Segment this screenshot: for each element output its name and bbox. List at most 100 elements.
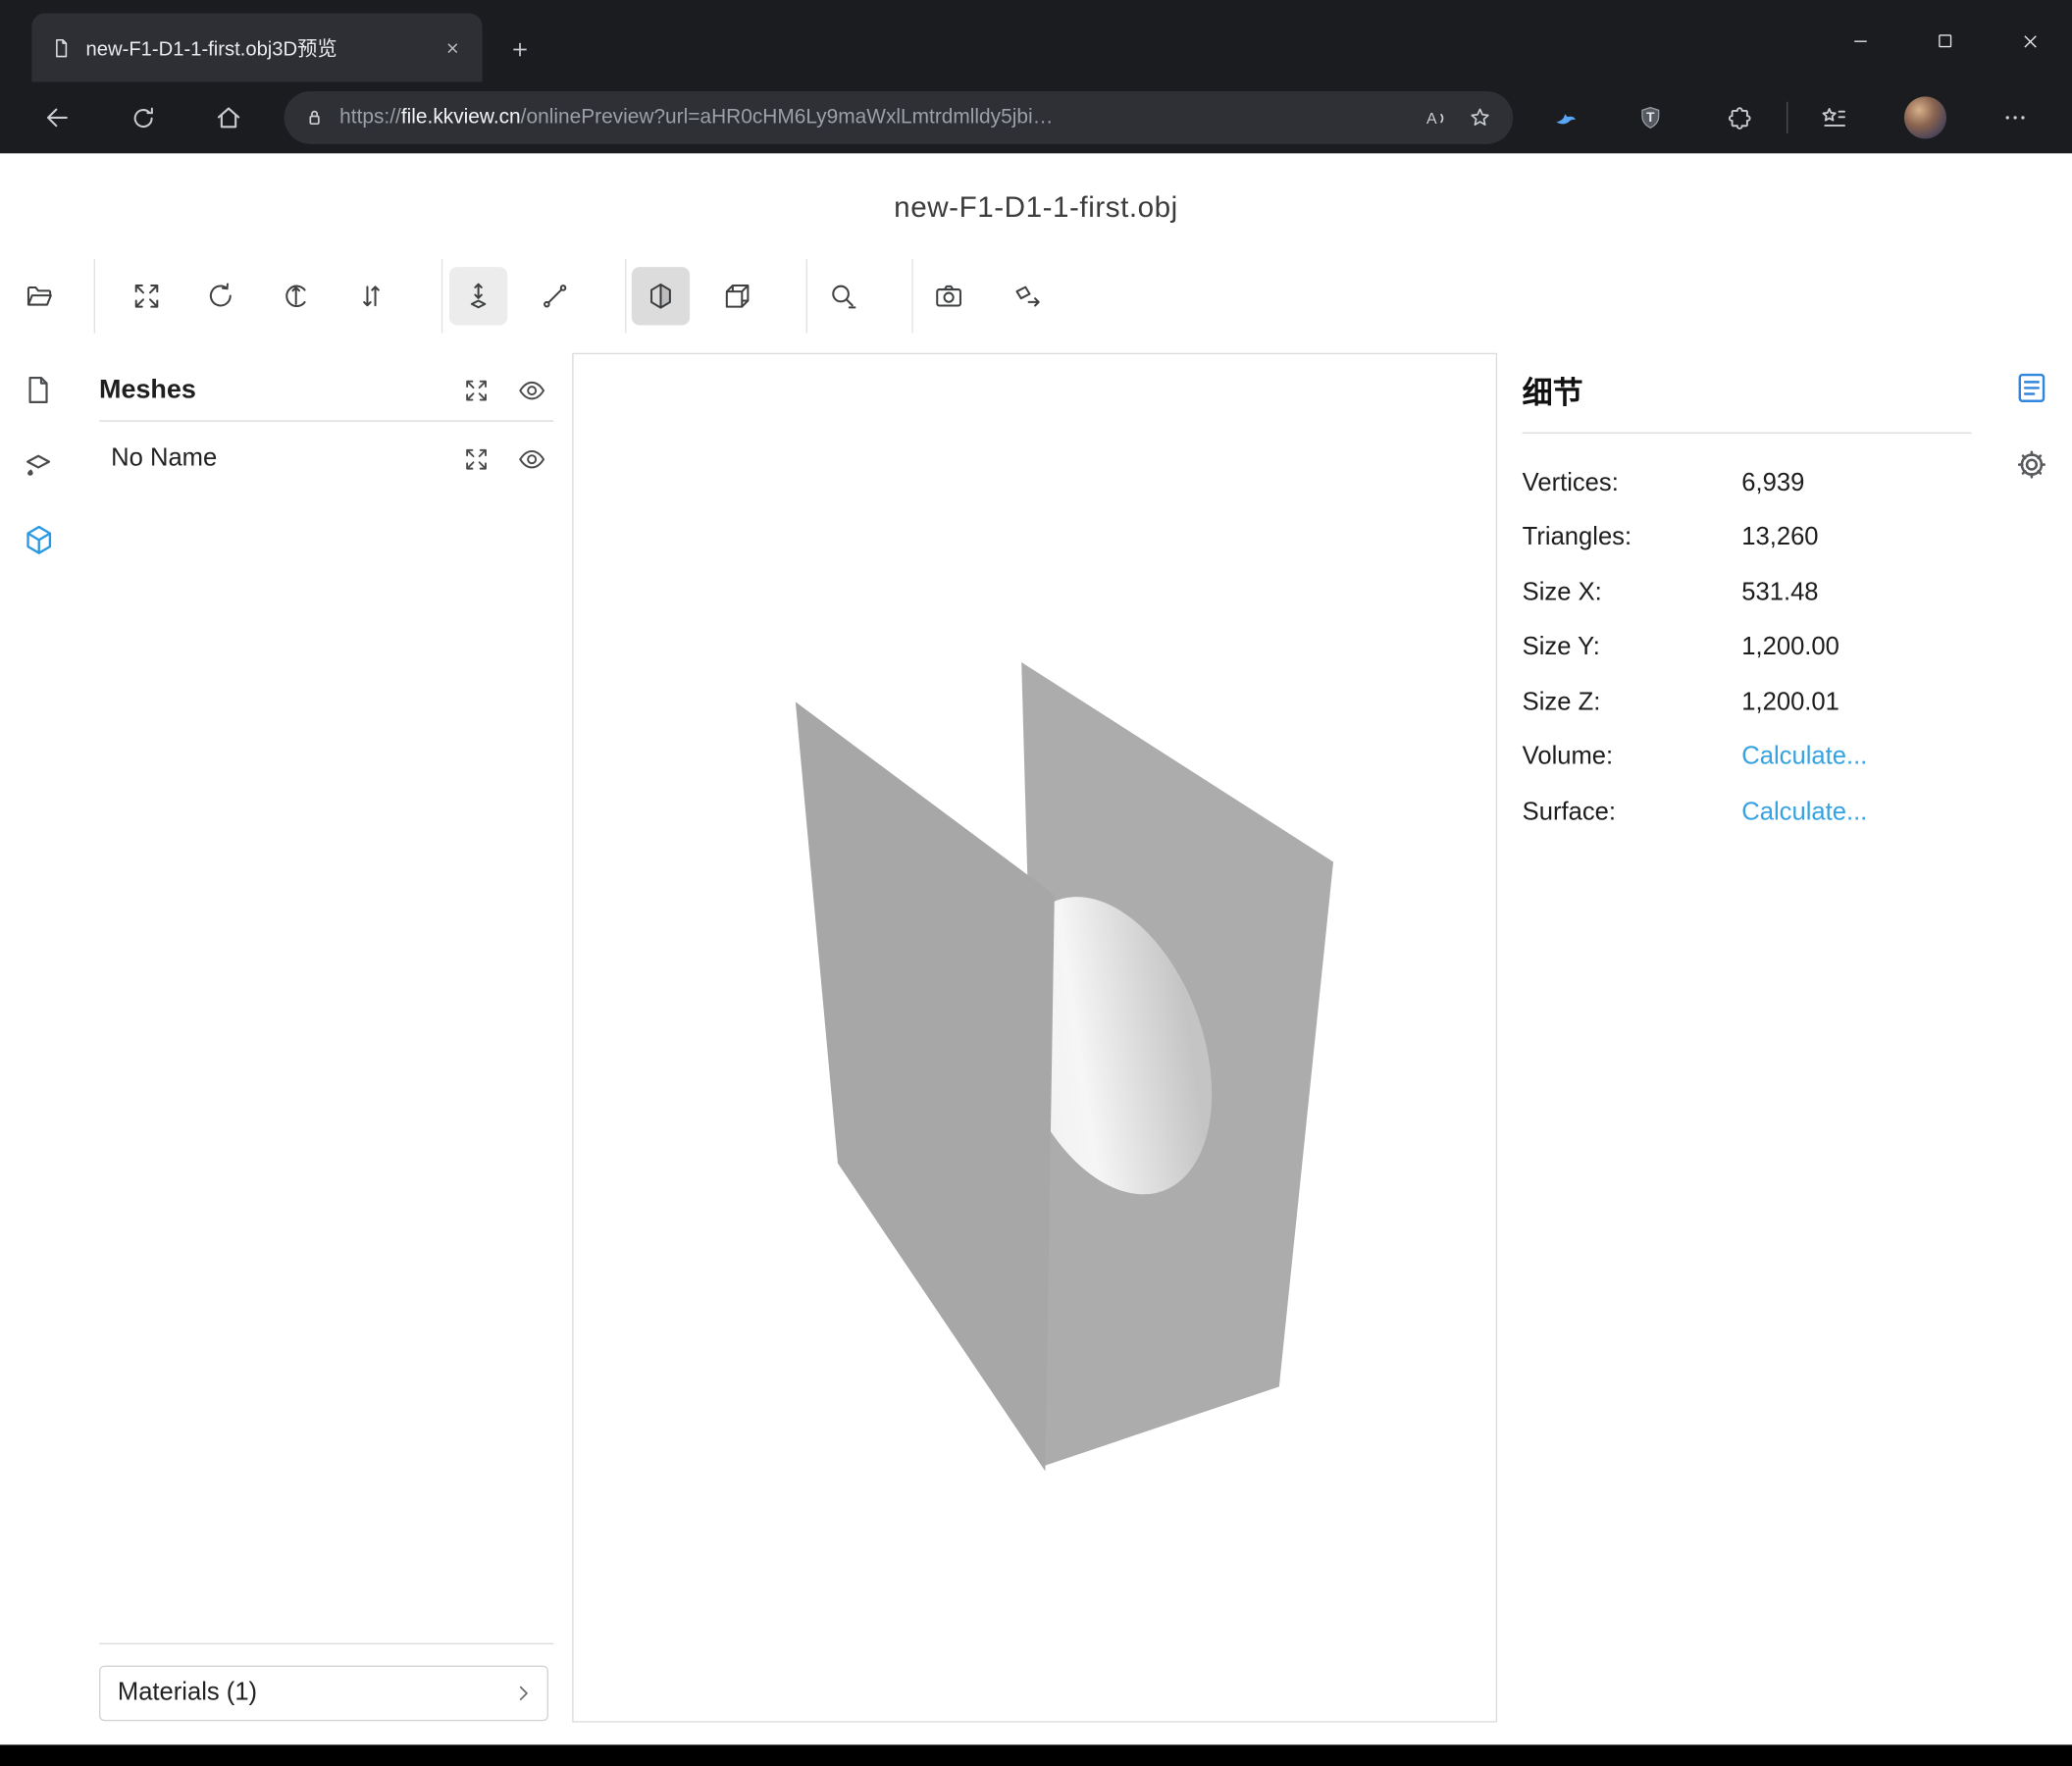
refresh-button[interactable]: [118, 92, 168, 142]
model-viewport[interactable]: [572, 353, 1497, 1723]
meshes-fit-button[interactable]: [458, 373, 492, 407]
detail-row-surface: Surface: Calculate...: [1523, 785, 1972, 840]
window-controls: [1818, 0, 2072, 82]
eye-icon: [516, 375, 546, 405]
details-header: 细节: [1523, 373, 1972, 434]
rotate-icon: [205, 281, 236, 312]
move-icon: [462, 281, 493, 312]
detail-value: 13,260: [1741, 524, 1818, 553]
tab-file-icon: [50, 36, 73, 59]
browser-tab[interactable]: new-F1-D1-1-first.obj3D预览: [31, 13, 482, 81]
detail-label: Size Z:: [1523, 689, 1742, 718]
detail-value: 1,200.01: [1741, 689, 1839, 718]
tampermonkey-extension-button[interactable]: T: [1626, 92, 1676, 142]
puzzle-icon: [1725, 104, 1752, 131]
model-panel-button[interactable]: [16, 517, 61, 562]
back-button[interactable]: [31, 92, 81, 142]
url-bar[interactable]: https://file.kkview.cn/onlinePreview?url…: [285, 91, 1514, 144]
favorites-hub-button[interactable]: [1809, 92, 1859, 142]
browser-window: new-F1-D1-1-first.obj3D预览: [0, 0, 2072, 1766]
translate-extension-button[interactable]: [1541, 92, 1591, 142]
perspective-view-button[interactable]: [632, 267, 690, 325]
detail-row-triangles: Triangles: 13,260: [1523, 511, 1972, 566]
minimize-button[interactable]: [1818, 0, 1902, 82]
materials-label: Materials (1): [118, 1679, 513, 1708]
detail-label: Vertices:: [1523, 469, 1742, 498]
meshes-title: Meshes: [99, 375, 438, 405]
toolbar-separator: [441, 259, 442, 333]
materials-button[interactable]: Materials (1): [99, 1666, 548, 1722]
open-file-icon: [24, 281, 55, 312]
detail-row-size-x: Size X: 531.48: [1523, 566, 1972, 621]
toolbar-separator: [911, 259, 912, 333]
detail-row-vertices: Vertices: 6,939: [1523, 456, 1972, 511]
star-icon: [1467, 104, 1493, 130]
detail-row-size-y: Size Y: 1,200.00: [1523, 621, 1972, 676]
shield-letter: T: [1646, 110, 1655, 125]
calculate-surface-link[interactable]: Calculate...: [1741, 798, 1867, 827]
meshes-visibility-button[interactable]: [514, 373, 548, 407]
home-icon: [214, 103, 243, 132]
detail-label: Surface:: [1523, 798, 1742, 827]
favorite-star-button[interactable]: [1458, 95, 1503, 140]
read-aloud-icon: A: [1422, 104, 1449, 131]
eye-icon: [516, 443, 546, 474]
shield-t-icon: T: [1636, 103, 1666, 132]
maximize-icon: [1935, 30, 1956, 52]
measure-line-icon: [540, 281, 571, 312]
materials-panel-button[interactable]: [16, 442, 61, 488]
model-cube-icon: [21, 522, 56, 557]
ortho-cube-icon: [721, 281, 752, 312]
new-tab-button[interactable]: [499, 29, 539, 69]
titlebar: new-F1-D1-1-first.obj3D预览: [0, 0, 2072, 82]
extensions-button[interactable]: [1714, 92, 1764, 142]
export-button[interactable]: [998, 267, 1056, 325]
calculate-volume-link[interactable]: Calculate...: [1741, 744, 1867, 773]
gear-icon: [2013, 446, 2048, 482]
back-arrow-icon: [42, 103, 72, 132]
ortho-view-button[interactable]: [708, 267, 766, 325]
mesh-visibility-button[interactable]: [514, 442, 548, 476]
detail-value: 1,200.00: [1741, 634, 1839, 663]
magnifier-icon: [827, 281, 858, 312]
mesh-list-item[interactable]: No Name: [99, 422, 553, 495]
rotate-axis-button[interactable]: [267, 267, 325, 325]
svg-text:A: A: [1425, 110, 1436, 127]
expand-arrows-icon: [462, 376, 490, 403]
mesh-fit-button[interactable]: [458, 442, 492, 476]
avatar[interactable]: [1904, 96, 1946, 138]
flip-vertical-button[interactable]: [342, 267, 400, 325]
details-list-icon: [2013, 370, 2048, 405]
left-plane-mesh: [796, 701, 1055, 1471]
open-file-button[interactable]: [11, 267, 69, 325]
move-button[interactable]: [449, 267, 507, 325]
rotate-button[interactable]: [191, 267, 249, 325]
details-panel-button[interactable]: [2007, 364, 2054, 412]
details-panel: 细节 Vertices: 6,939 Triangles: 13,260 Siz…: [1523, 373, 1972, 840]
read-aloud-button[interactable]: A: [1413, 95, 1458, 140]
preview-page: new-F1-D1-1-first.obj: [0, 153, 2072, 1744]
meshes-panel: Meshes No Name: [99, 359, 553, 495]
lock-icon[interactable]: [302, 106, 326, 130]
screenshot-button[interactable]: [919, 267, 977, 325]
perspective-box-icon: [645, 281, 676, 312]
detail-value: 6,939: [1741, 469, 1804, 498]
materials-icon: [22, 448, 56, 483]
plus-icon: [508, 37, 531, 60]
settings-button[interactable]: [2007, 441, 2054, 489]
tab-close-icon[interactable]: [435, 30, 469, 65]
file-panel-button[interactable]: [16, 368, 61, 413]
toolbar-separator: [806, 259, 807, 333]
measure-button[interactable]: [526, 267, 584, 325]
close-button[interactable]: [1988, 0, 2072, 82]
browser-menu-button[interactable]: [1990, 92, 2040, 142]
home-button[interactable]: [203, 92, 253, 142]
chevron-right-icon: [513, 1683, 535, 1704]
url-text: https://file.kkview.cn/onlinePreview?url…: [339, 106, 1413, 130]
details-rows: Vertices: 6,939 Triangles: 13,260 Size X…: [1523, 456, 1972, 840]
zoom-measure-button[interactable]: [814, 267, 872, 325]
more-dots-icon: [2002, 104, 2029, 130]
favorites-icon: [1820, 103, 1849, 132]
fit-view-button[interactable]: [118, 267, 176, 325]
maximize-button[interactable]: [1903, 0, 1988, 82]
